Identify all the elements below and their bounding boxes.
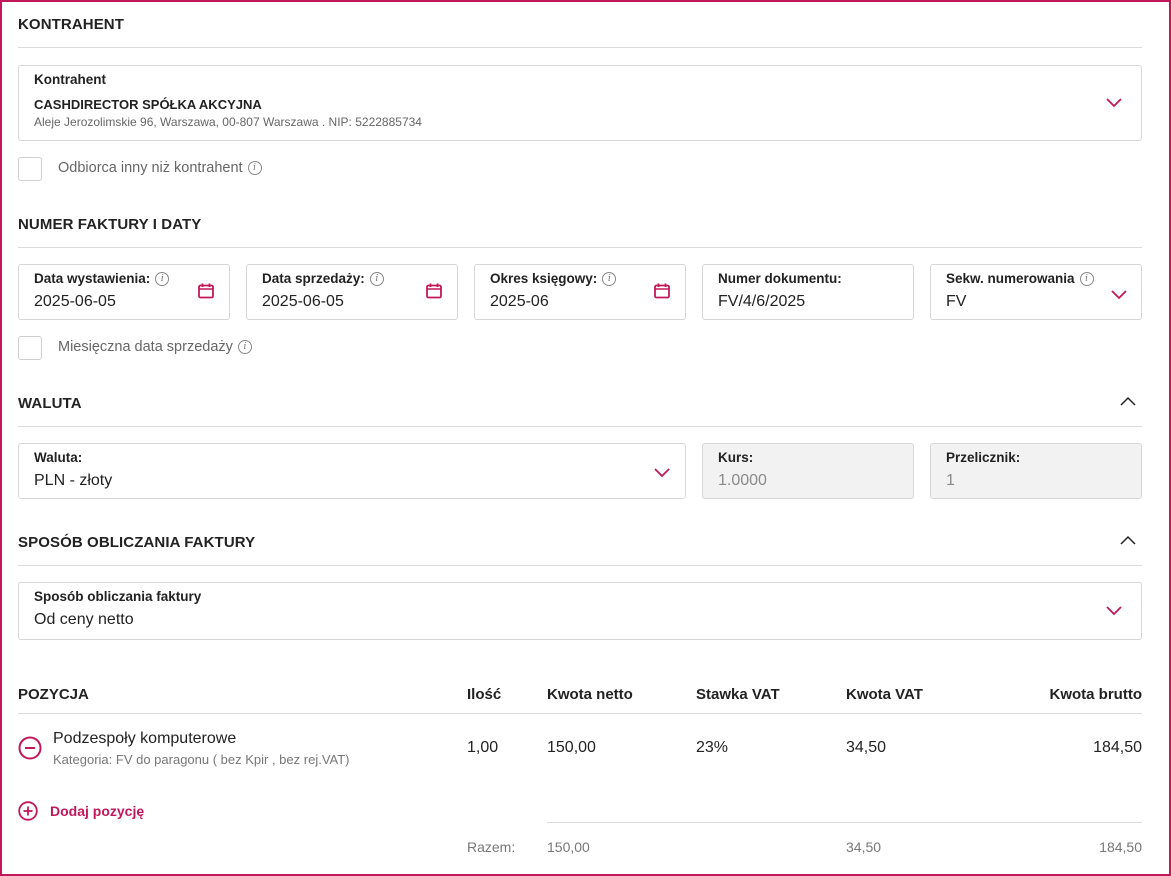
converter-value: 1 xyxy=(946,472,955,489)
sale-date-value: 2025-06-05 xyxy=(262,293,344,310)
calc-method-select[interactable]: Sposób obliczania faktury Od ceny netto xyxy=(18,582,1142,640)
row-gross: 184,50 xyxy=(1093,739,1142,756)
sale-date-label: Data sprzedaży: i xyxy=(262,271,384,286)
section-title-calc-method: SPOSÓB OBLICZANIA FAKTURY xyxy=(18,534,256,551)
sale-date-field[interactable]: Data sprzedaży: i 2025-06-05 xyxy=(246,264,458,320)
totals-gross: 184,50 xyxy=(1099,839,1142,855)
currency-label: Waluta: xyxy=(34,450,83,465)
calc-method-value: Od ceny netto xyxy=(34,611,134,628)
chevron-down-icon[interactable] xyxy=(654,468,670,478)
numbering-sequence-label-text: Sekw. numerowania xyxy=(946,271,1075,286)
row-vat-rate: 23% xyxy=(696,739,729,756)
divider xyxy=(18,47,1142,48)
totals-net: 150,00 xyxy=(547,839,590,855)
remove-row-icon[interactable] xyxy=(18,736,42,760)
info-icon[interactable]: i xyxy=(369,271,384,286)
sale-date-label-text: Data sprzedaży: xyxy=(262,271,365,286)
chevron-down-icon[interactable] xyxy=(1106,606,1122,616)
row-vat: 34,50 xyxy=(846,739,887,756)
section-title-invoice-number: NUMER FAKTURY I DATY xyxy=(18,216,202,233)
numbering-sequence-value: FV xyxy=(946,293,967,310)
divider xyxy=(18,426,1142,427)
converter-label: Przelicznik: xyxy=(946,450,1021,465)
col-header-position: POZYCJA xyxy=(18,686,89,703)
info-icon[interactable]: i xyxy=(602,271,617,286)
table-row[interactable]: Podzespoły komputerowe Kategoria: FV do … xyxy=(18,722,1142,782)
exchange-rate-value: 1.0000 xyxy=(718,472,767,489)
monthly-sale-date-text: Miesięczna data sprzedaży xyxy=(58,339,233,355)
currency-select[interactable]: Waluta: PLN - złoty xyxy=(18,443,686,499)
document-number-field[interactable]: Numer dokumentu: FV/4/6/2025 xyxy=(702,264,914,320)
col-header-net: Kwota netto xyxy=(547,686,633,703)
numbering-sequence-select[interactable]: Sekw. numerowania i FV xyxy=(930,264,1142,320)
exchange-rate-label: Kurs: xyxy=(718,450,754,465)
document-number-label: Numer dokumentu: xyxy=(718,271,842,286)
divider xyxy=(18,565,1142,566)
issue-date-field[interactable]: Data wystawienia: i 2025-06-05 xyxy=(18,264,230,320)
row-item-name[interactable]: Podzespoły komputerowe xyxy=(53,730,236,748)
document-number-value: FV/4/6/2025 xyxy=(718,293,806,310)
chevron-up-icon[interactable] xyxy=(1120,396,1136,406)
contractor-name: CASHDIRECTOR SPÓŁKA AKCYJNA xyxy=(34,97,262,112)
issue-date-value: 2025-06-05 xyxy=(34,293,116,310)
monthly-sale-date-label: Miesięczna data sprzedaży i xyxy=(58,339,252,355)
contractor-select[interactable]: Kontrahent CASHDIRECTOR SPÓŁKA AKCYJNA A… xyxy=(18,65,1142,141)
issue-date-label: Data wystawienia: i xyxy=(34,271,170,286)
section-title-currency: WALUTA xyxy=(18,395,82,412)
totals-divider xyxy=(547,822,1142,823)
calendar-icon[interactable] xyxy=(197,282,215,300)
col-header-vat-rate: Stawka VAT xyxy=(696,686,780,703)
contractor-address: Aleje Jerozolimskie 96, Warszawa, 00-807… xyxy=(34,115,422,129)
accounting-period-value: 2025-06 xyxy=(490,293,549,310)
other-recipient-label: Odbiorca inny niż kontrahent i xyxy=(58,160,262,176)
exchange-rate-field: Kurs: 1.0000 xyxy=(702,443,914,499)
contractor-label: Kontrahent xyxy=(34,72,106,87)
chevron-up-icon[interactable] xyxy=(1120,535,1136,545)
table-header-divider xyxy=(18,713,1142,714)
col-header-qty: Ilość xyxy=(467,686,502,703)
issue-date-label-text: Data wystawienia: xyxy=(34,271,151,286)
divider xyxy=(18,247,1142,248)
row-qty: 1,00 xyxy=(467,739,499,756)
numbering-sequence-label: Sekw. numerowania i xyxy=(946,271,1094,286)
row-net: 150,00 xyxy=(547,739,596,756)
calendar-icon[interactable] xyxy=(653,282,671,300)
row-item-category: Kategoria: FV do paragonu ( bez Kpir , b… xyxy=(53,752,350,767)
converter-field: Przelicznik: 1 xyxy=(930,443,1142,499)
chevron-down-icon[interactable] xyxy=(1111,290,1127,300)
add-position-label: Dodaj pozycję xyxy=(50,803,145,819)
add-circle-icon xyxy=(18,801,38,821)
col-header-gross: Kwota brutto xyxy=(1049,686,1142,703)
calendar-icon[interactable] xyxy=(425,282,443,300)
monthly-sale-date-checkbox[interactable] xyxy=(18,336,42,360)
info-icon[interactable]: i xyxy=(1079,271,1094,286)
section-title-contractor: KONTRAHENT xyxy=(18,16,124,33)
accounting-period-label: Okres księgowy: i xyxy=(490,271,617,286)
totals-label: Razem: xyxy=(467,839,516,855)
totals-vat: 34,50 xyxy=(846,839,882,855)
other-recipient-text: Odbiorca inny niż kontrahent xyxy=(58,160,243,176)
info-icon[interactable]: i xyxy=(247,161,262,175)
calc-method-label: Sposób obliczania faktury xyxy=(34,589,202,604)
info-icon[interactable]: i xyxy=(237,340,252,354)
chevron-down-icon[interactable] xyxy=(1106,98,1122,108)
other-recipient-checkbox[interactable] xyxy=(18,157,42,181)
accounting-period-field[interactable]: Okres księgowy: i 2025-06 xyxy=(474,264,686,320)
accounting-period-label-text: Okres księgowy: xyxy=(490,271,598,286)
currency-value: PLN - złoty xyxy=(34,472,113,489)
info-icon[interactable]: i xyxy=(155,271,170,286)
col-header-vat: Kwota VAT xyxy=(846,686,923,703)
add-position-button[interactable]: Dodaj pozycję xyxy=(18,801,144,821)
